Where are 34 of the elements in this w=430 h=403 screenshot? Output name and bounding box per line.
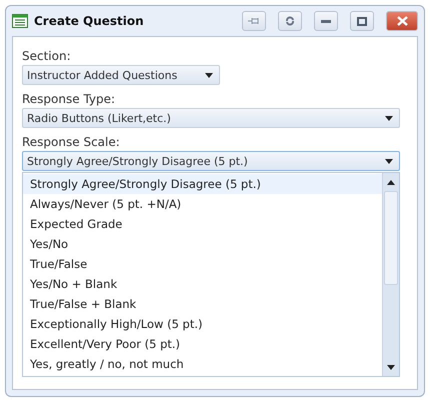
list-option[interactable]: Excellent/Very Poor (5 pt.) (23, 334, 382, 354)
list-option[interactable]: Yes/No + Blank (23, 274, 382, 294)
list-option[interactable]: True/False + Blank (23, 294, 382, 314)
close-button[interactable] (386, 11, 418, 31)
list-option[interactable]: Yes/No (23, 234, 382, 254)
scroll-bar[interactable] (382, 173, 399, 376)
field-label: Response Type: (22, 92, 116, 106)
list-option[interactable]: Always/Never (5 pt. +N/A) (23, 194, 382, 214)
form-icon (12, 14, 28, 28)
list-option[interactable]: True/False (23, 254, 382, 274)
dropdown[interactable]: Radio Buttons (Likert,etc.) (22, 108, 400, 128)
maximize-icon (357, 16, 367, 26)
dropdown[interactable]: Instructor Added Questions (22, 65, 220, 85)
refresh-button[interactable] (278, 11, 302, 31)
close-icon (396, 16, 408, 26)
window-title: Create Question (34, 14, 145, 28)
caret-icon (205, 72, 213, 78)
list-option[interactable]: Yes, greatly / no, not much (23, 354, 382, 374)
dropdown[interactable]: Strongly Agree/Strongly Disagree (5 pt.) (22, 151, 400, 171)
field-label: Response Scale: (22, 135, 121, 149)
minimize-icon (321, 20, 331, 22)
pin-button[interactable] (242, 11, 266, 31)
field-label: Section: (22, 49, 72, 63)
scroll-down-icon (387, 364, 395, 370)
caret-icon (385, 158, 393, 164)
refresh-icon (285, 16, 295, 26)
caret-icon (385, 116, 393, 120)
list-option[interactable]: Expected Grade (23, 214, 382, 234)
minimize-button[interactable] (314, 11, 338, 31)
maximize-button[interactable] (350, 11, 374, 31)
pin-icon (248, 17, 260, 25)
scroll-up-icon (387, 180, 395, 184)
list-option[interactable]: Strongly Agree/Strongly Disagree (5 pt.) (23, 174, 382, 194)
list-option[interactable]: Exceptionally High/Low (5 pt.) (23, 314, 382, 334)
